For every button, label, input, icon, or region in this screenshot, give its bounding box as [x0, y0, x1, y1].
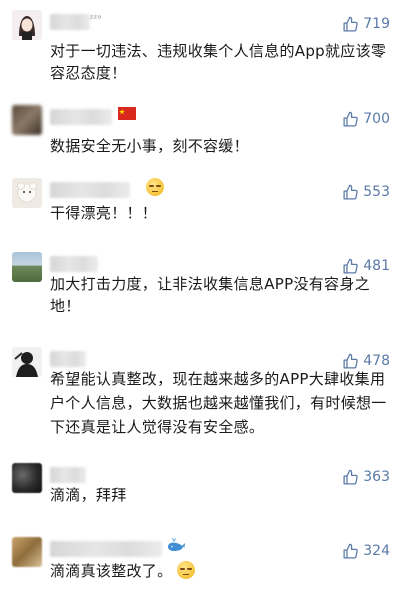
avatar[interactable] [12, 537, 42, 567]
nickname-blurred[interactable] [50, 14, 90, 30]
avatar[interactable] [12, 347, 42, 377]
like-count: 700 [363, 111, 390, 127]
avatar[interactable] [12, 10, 42, 40]
like-count: 553 [363, 184, 390, 200]
thumbs-up-icon [343, 469, 359, 485]
comment-text: 滴滴真该整改了。 [50, 560, 390, 582]
avatar[interactable] [12, 178, 42, 208]
nickname-blurred[interactable] [50, 182, 130, 198]
comment-text: 干得漂亮！！！ [50, 204, 158, 222]
like-button[interactable]: 700 [342, 109, 390, 129]
thumbs-up-icon [343, 111, 359, 127]
nickname-blurred[interactable] [50, 256, 98, 272]
comment-text: 对于一切违法、违规收集个人信息的App就应该零容忍态度！ [50, 42, 387, 82]
nickname-suffix: ᶻᶻᵒ [90, 14, 102, 25]
nickname-blurred[interactable] [50, 351, 86, 367]
thumbs-up-icon [343, 543, 359, 559]
emoji-icon [146, 178, 164, 199]
nickname-blurred[interactable] [50, 467, 86, 483]
like-count: 719 [363, 16, 390, 32]
thumbs-up-icon [343, 184, 359, 200]
flag-icon [118, 105, 136, 125]
like-button[interactable]: 324 [342, 541, 390, 561]
like-button[interactable]: 553 [342, 182, 390, 202]
comment-text: 希望能认真整改，现在越来越多的APP大肆收集用户个人信息，大数据也越来越懂我们，… [50, 370, 387, 436]
comment-text-content: 滴滴真该整改了。 [50, 562, 173, 580]
emoji-icon [177, 561, 196, 579]
comment-text: 数据安全无小事，刻不容缓！ [50, 137, 249, 155]
comment-text: 加大打击力度，让非法收集信息APP没有容身之地！ [50, 275, 370, 315]
avatar[interactable] [12, 105, 42, 135]
comment-list: ᶻᶻᵒ 719 对于一切违法、违规收集个人信息的App就应该零容忍态度！ 700… [0, 0, 402, 606]
thumbs-up-icon [343, 258, 359, 274]
thumbs-up-icon [343, 16, 359, 32]
whale-icon [166, 537, 186, 557]
avatar[interactable] [12, 463, 42, 493]
like-button[interactable]: 719 [342, 14, 390, 34]
nickname-blurred[interactable] [50, 541, 162, 557]
comment-text: 滴滴，拜拜 [50, 486, 127, 504]
nickname-blurred[interactable] [50, 109, 112, 125]
like-count: 324 [363, 543, 390, 559]
avatar[interactable] [12, 252, 42, 282]
